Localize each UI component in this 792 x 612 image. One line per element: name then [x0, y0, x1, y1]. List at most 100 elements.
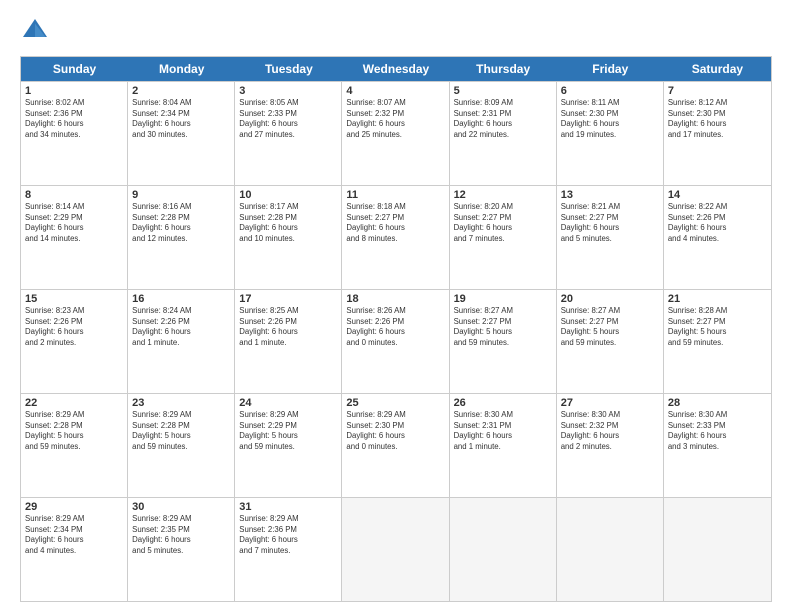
calendar-cell: 3Sunrise: 8:05 AM Sunset: 2:33 PM Daylig…	[235, 82, 342, 185]
calendar-cell: 9Sunrise: 8:16 AM Sunset: 2:28 PM Daylig…	[128, 186, 235, 289]
day-info: Sunrise: 8:25 AM Sunset: 2:26 PM Dayligh…	[239, 306, 337, 348]
day-info: Sunrise: 8:27 AM Sunset: 2:27 PM Dayligh…	[561, 306, 659, 348]
calendar-cell: 20Sunrise: 8:27 AM Sunset: 2:27 PM Dayli…	[557, 290, 664, 393]
day-info: Sunrise: 8:28 AM Sunset: 2:27 PM Dayligh…	[668, 306, 767, 348]
day-info: Sunrise: 8:04 AM Sunset: 2:34 PM Dayligh…	[132, 98, 230, 140]
day-number: 2	[132, 85, 230, 97]
weekday-header-friday: Friday	[557, 57, 664, 81]
calendar-cell: 4Sunrise: 8:07 AM Sunset: 2:32 PM Daylig…	[342, 82, 449, 185]
day-number: 8	[25, 189, 123, 201]
day-info: Sunrise: 8:14 AM Sunset: 2:29 PM Dayligh…	[25, 202, 123, 244]
day-number: 13	[561, 189, 659, 201]
day-info: Sunrise: 8:29 AM Sunset: 2:34 PM Dayligh…	[25, 514, 123, 556]
day-info: Sunrise: 8:22 AM Sunset: 2:26 PM Dayligh…	[668, 202, 767, 244]
day-number: 31	[239, 501, 337, 513]
calendar-cell: 14Sunrise: 8:22 AM Sunset: 2:26 PM Dayli…	[664, 186, 771, 289]
header	[20, 16, 772, 46]
day-info: Sunrise: 8:09 AM Sunset: 2:31 PM Dayligh…	[454, 98, 552, 140]
calendar-cell: 29Sunrise: 8:29 AM Sunset: 2:34 PM Dayli…	[21, 498, 128, 601]
weekday-header-thursday: Thursday	[450, 57, 557, 81]
day-number: 20	[561, 293, 659, 305]
calendar-cell: 30Sunrise: 8:29 AM Sunset: 2:35 PM Dayli…	[128, 498, 235, 601]
day-info: Sunrise: 8:30 AM Sunset: 2:32 PM Dayligh…	[561, 410, 659, 452]
day-number: 22	[25, 397, 123, 409]
day-info: Sunrise: 8:05 AM Sunset: 2:33 PM Dayligh…	[239, 98, 337, 140]
calendar-cell: 27Sunrise: 8:30 AM Sunset: 2:32 PM Dayli…	[557, 394, 664, 497]
calendar-row-3: 15Sunrise: 8:23 AM Sunset: 2:26 PM Dayli…	[21, 289, 771, 393]
calendar-cell: 23Sunrise: 8:29 AM Sunset: 2:28 PM Dayli…	[128, 394, 235, 497]
calendar-cell: 31Sunrise: 8:29 AM Sunset: 2:36 PM Dayli…	[235, 498, 342, 601]
calendar: SundayMondayTuesdayWednesdayThursdayFrid…	[20, 56, 772, 602]
weekday-header-monday: Monday	[128, 57, 235, 81]
calendar-cell: 11Sunrise: 8:18 AM Sunset: 2:27 PM Dayli…	[342, 186, 449, 289]
day-info: Sunrise: 8:07 AM Sunset: 2:32 PM Dayligh…	[346, 98, 444, 140]
calendar-cell: 6Sunrise: 8:11 AM Sunset: 2:30 PM Daylig…	[557, 82, 664, 185]
calendar-row-1: 1Sunrise: 8:02 AM Sunset: 2:36 PM Daylig…	[21, 81, 771, 185]
day-number: 24	[239, 397, 337, 409]
calendar-body: 1Sunrise: 8:02 AM Sunset: 2:36 PM Daylig…	[21, 81, 771, 601]
calendar-header: SundayMondayTuesdayWednesdayThursdayFrid…	[21, 57, 771, 81]
calendar-cell: 26Sunrise: 8:30 AM Sunset: 2:31 PM Dayli…	[450, 394, 557, 497]
day-info: Sunrise: 8:29 AM Sunset: 2:28 PM Dayligh…	[132, 410, 230, 452]
calendar-cell: 5Sunrise: 8:09 AM Sunset: 2:31 PM Daylig…	[450, 82, 557, 185]
weekday-header-saturday: Saturday	[664, 57, 771, 81]
day-info: Sunrise: 8:29 AM Sunset: 2:36 PM Dayligh…	[239, 514, 337, 556]
day-info: Sunrise: 8:27 AM Sunset: 2:27 PM Dayligh…	[454, 306, 552, 348]
day-info: Sunrise: 8:26 AM Sunset: 2:26 PM Dayligh…	[346, 306, 444, 348]
calendar-row-5: 29Sunrise: 8:29 AM Sunset: 2:34 PM Dayli…	[21, 497, 771, 601]
day-number: 17	[239, 293, 337, 305]
weekday-header-wednesday: Wednesday	[342, 57, 449, 81]
page: SundayMondayTuesdayWednesdayThursdayFrid…	[0, 0, 792, 612]
day-number: 21	[668, 293, 767, 305]
weekday-header-tuesday: Tuesday	[235, 57, 342, 81]
calendar-cell: 16Sunrise: 8:24 AM Sunset: 2:26 PM Dayli…	[128, 290, 235, 393]
day-info: Sunrise: 8:11 AM Sunset: 2:30 PM Dayligh…	[561, 98, 659, 140]
day-number: 29	[25, 501, 123, 513]
calendar-cell	[557, 498, 664, 601]
day-info: Sunrise: 8:29 AM Sunset: 2:30 PM Dayligh…	[346, 410, 444, 452]
day-info: Sunrise: 8:29 AM Sunset: 2:35 PM Dayligh…	[132, 514, 230, 556]
day-number: 1	[25, 85, 123, 97]
calendar-cell: 25Sunrise: 8:29 AM Sunset: 2:30 PM Dayli…	[342, 394, 449, 497]
day-info: Sunrise: 8:30 AM Sunset: 2:31 PM Dayligh…	[454, 410, 552, 452]
calendar-cell: 7Sunrise: 8:12 AM Sunset: 2:30 PM Daylig…	[664, 82, 771, 185]
calendar-cell	[450, 498, 557, 601]
day-number: 9	[132, 189, 230, 201]
day-number: 6	[561, 85, 659, 97]
day-info: Sunrise: 8:29 AM Sunset: 2:29 PM Dayligh…	[239, 410, 337, 452]
day-number: 7	[668, 85, 767, 97]
day-number: 11	[346, 189, 444, 201]
day-number: 30	[132, 501, 230, 513]
day-info: Sunrise: 8:16 AM Sunset: 2:28 PM Dayligh…	[132, 202, 230, 244]
day-info: Sunrise: 8:20 AM Sunset: 2:27 PM Dayligh…	[454, 202, 552, 244]
day-info: Sunrise: 8:30 AM Sunset: 2:33 PM Dayligh…	[668, 410, 767, 452]
calendar-cell: 13Sunrise: 8:21 AM Sunset: 2:27 PM Dayli…	[557, 186, 664, 289]
day-number: 10	[239, 189, 337, 201]
day-info: Sunrise: 8:02 AM Sunset: 2:36 PM Dayligh…	[25, 98, 123, 140]
weekday-header-sunday: Sunday	[21, 57, 128, 81]
day-number: 12	[454, 189, 552, 201]
day-number: 18	[346, 293, 444, 305]
day-info: Sunrise: 8:24 AM Sunset: 2:26 PM Dayligh…	[132, 306, 230, 348]
calendar-cell: 1Sunrise: 8:02 AM Sunset: 2:36 PM Daylig…	[21, 82, 128, 185]
day-info: Sunrise: 8:23 AM Sunset: 2:26 PM Dayligh…	[25, 306, 123, 348]
calendar-cell: 22Sunrise: 8:29 AM Sunset: 2:28 PM Dayli…	[21, 394, 128, 497]
calendar-cell: 12Sunrise: 8:20 AM Sunset: 2:27 PM Dayli…	[450, 186, 557, 289]
day-number: 4	[346, 85, 444, 97]
day-number: 5	[454, 85, 552, 97]
calendar-cell	[342, 498, 449, 601]
logo-icon	[20, 16, 50, 46]
calendar-cell: 21Sunrise: 8:28 AM Sunset: 2:27 PM Dayli…	[664, 290, 771, 393]
calendar-cell	[664, 498, 771, 601]
calendar-cell: 10Sunrise: 8:17 AM Sunset: 2:28 PM Dayli…	[235, 186, 342, 289]
calendar-row-2: 8Sunrise: 8:14 AM Sunset: 2:29 PM Daylig…	[21, 185, 771, 289]
calendar-cell: 24Sunrise: 8:29 AM Sunset: 2:29 PM Dayli…	[235, 394, 342, 497]
calendar-cell: 19Sunrise: 8:27 AM Sunset: 2:27 PM Dayli…	[450, 290, 557, 393]
day-info: Sunrise: 8:18 AM Sunset: 2:27 PM Dayligh…	[346, 202, 444, 244]
logo	[20, 16, 54, 46]
calendar-cell: 8Sunrise: 8:14 AM Sunset: 2:29 PM Daylig…	[21, 186, 128, 289]
calendar-cell: 2Sunrise: 8:04 AM Sunset: 2:34 PM Daylig…	[128, 82, 235, 185]
day-info: Sunrise: 8:21 AM Sunset: 2:27 PM Dayligh…	[561, 202, 659, 244]
day-number: 19	[454, 293, 552, 305]
calendar-cell: 18Sunrise: 8:26 AM Sunset: 2:26 PM Dayli…	[342, 290, 449, 393]
